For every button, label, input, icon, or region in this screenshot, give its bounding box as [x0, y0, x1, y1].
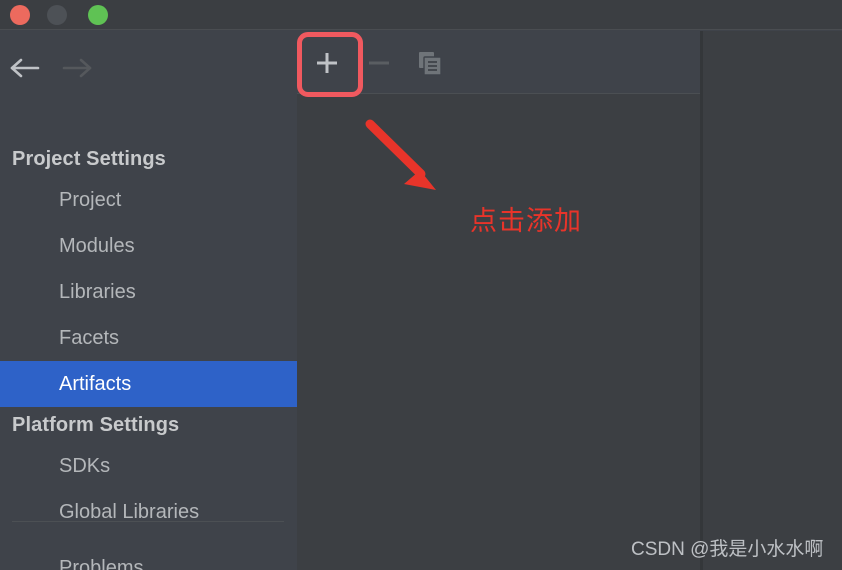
settings-window: Project Settings Project Modules Librari… — [0, 0, 842, 570]
arrow-left-icon — [10, 58, 40, 78]
csdn-watermark: CSDN @我是小水水啊 — [631, 539, 824, 560]
sidebar-item-artifacts[interactable]: Artifacts — [0, 361, 297, 407]
click-to-add-annotation: 点击添加 — [470, 206, 582, 236]
remove-button[interactable] — [363, 49, 395, 77]
artifacts-detail-panel — [703, 31, 842, 570]
sidebar-item-libraries[interactable]: Libraries — [0, 269, 297, 315]
sidebar-divider — [12, 521, 284, 522]
arrow-right-icon — [62, 58, 92, 78]
copy-icon — [419, 52, 441, 75]
plus-icon — [317, 53, 337, 73]
sidebar-item-label: Global Libraries — [59, 501, 200, 523]
sidebar-item-label: Modules — [59, 235, 135, 257]
minimize-window-button[interactable] — [47, 5, 67, 25]
artifacts-toolbar — [297, 31, 700, 94]
sidebar-item-label: Project — [59, 189, 122, 211]
sidebar-item-global-libraries[interactable]: Global Libraries — [0, 489, 297, 535]
sidebar-item-label: Libraries — [59, 281, 136, 303]
sidebar-item-facets[interactable]: Facets — [0, 315, 297, 361]
sidebar-item-label: SDKs — [59, 455, 111, 477]
toolbar-bottom-rule — [297, 93, 700, 94]
artifacts-list-panel[interactable] — [297, 94, 700, 570]
sidebar-section-title-platform-settings: Platform Settings — [12, 414, 180, 436]
sidebar-item-modules[interactable]: Modules — [0, 223, 297, 269]
sidebar-navigation-bar — [0, 31, 297, 93]
maximize-window-button[interactable] — [88, 5, 108, 25]
back-button[interactable] — [4, 57, 48, 79]
sidebar-item-project[interactable]: Project — [0, 177, 297, 223]
sidebar-item-label: Facets — [59, 327, 120, 349]
sidebar-item-label: Problems — [59, 557, 144, 570]
window-titlebar — [0, 0, 842, 30]
sidebar-item-problems[interactable]: Problems — [0, 545, 297, 570]
forward-button[interactable] — [54, 57, 98, 79]
sidebar-item-sdks[interactable]: SDKs — [0, 443, 297, 489]
sidebar-section-title-project-settings: Project Settings — [12, 148, 166, 170]
duplicate-button[interactable] — [415, 49, 447, 77]
close-window-button[interactable] — [10, 5, 30, 25]
artifacts-content-area — [297, 31, 842, 570]
settings-sidebar: Project Settings Project Modules Librari… — [0, 31, 297, 570]
add-button[interactable] — [311, 49, 343, 77]
sidebar-item-label: Artifacts — [59, 373, 132, 395]
